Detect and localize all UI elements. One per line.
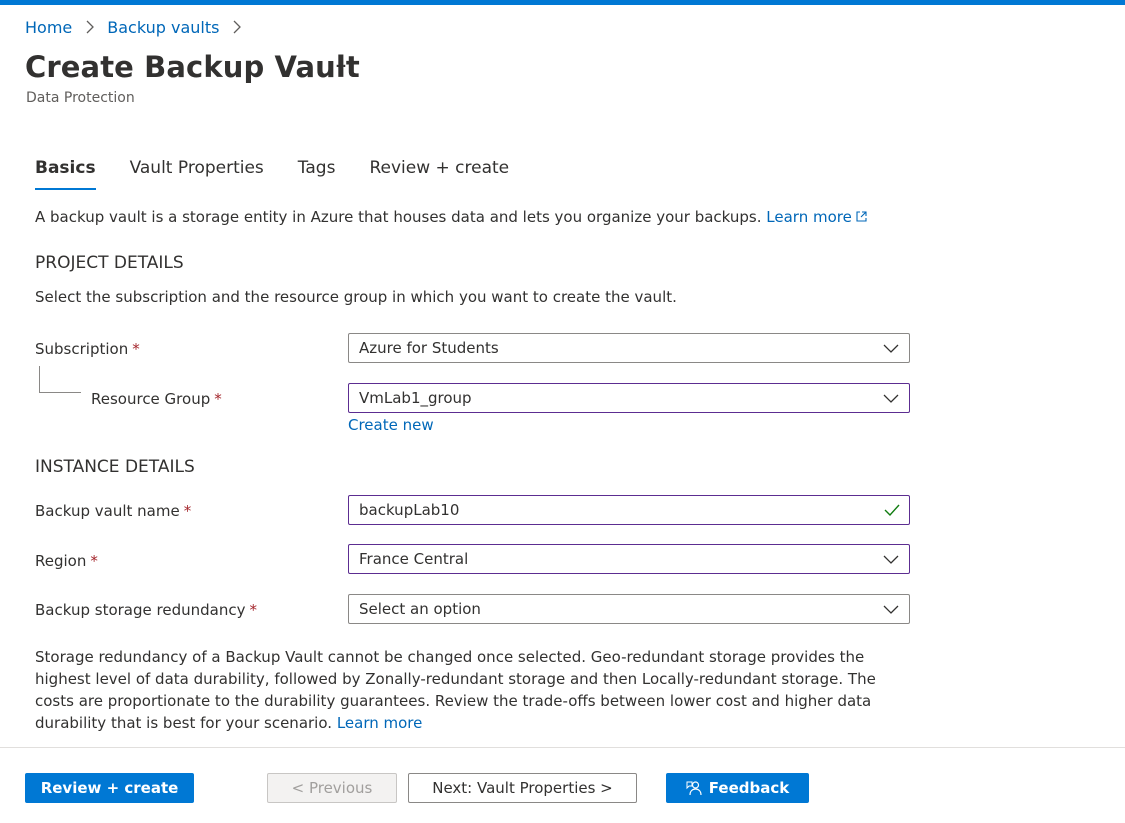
page-subtitle: Data Protection <box>26 90 135 106</box>
project-details-heading: PROJECT DETAILS <box>35 253 184 273</box>
next-vault-properties-button[interactable]: Next: Vault Properties > <box>408 773 637 803</box>
previous-button[interactable]: < Previous <box>267 773 397 803</box>
intro-description: A backup vault is a storage entity in Az… <box>35 208 868 226</box>
redundancy-dropdown[interactable]: Select an option <box>348 594 910 624</box>
region-value: France Central <box>359 550 469 568</box>
page-title: Create Backup Vault <box>25 50 360 84</box>
vault-name-input[interactable]: backupLab10 <box>348 495 910 525</box>
required-marker: * <box>132 340 140 358</box>
footer-divider <box>0 747 1125 748</box>
redundancy-note: Storage redundancy of a Backup Vault can… <box>35 646 895 734</box>
breadcrumb-backup-vaults-link[interactable]: Backup vaults <box>107 18 219 37</box>
redundancy-learn-more-link[interactable]: Learn more <box>337 714 423 732</box>
vault-name-value: backupLab10 <box>359 501 460 519</box>
top-accent-bar <box>0 0 1125 5</box>
chevron-right-icon <box>233 20 242 34</box>
redundancy-note-text: Storage redundancy of a Backup Vault can… <box>35 648 876 732</box>
subscription-dropdown[interactable]: Azure for Students <box>348 333 910 363</box>
required-marker: * <box>90 552 98 570</box>
redundancy-value: Select an option <box>359 600 481 618</box>
chevron-down-icon <box>883 394 899 403</box>
learn-more-label: Learn more <box>766 208 852 226</box>
required-marker: * <box>214 390 222 408</box>
chevron-down-icon <box>883 605 899 614</box>
feedback-label: Feedback <box>708 779 790 797</box>
resource-group-dropdown[interactable]: VmLab1_group <box>348 383 910 413</box>
hierarchy-connector <box>39 366 81 393</box>
more-options-icon[interactable]: ··· <box>328 56 348 77</box>
subscription-label: Subscription * <box>35 340 140 358</box>
chevron-down-icon <box>883 344 899 353</box>
feedback-icon <box>686 780 702 795</box>
tab-tags[interactable]: Tags <box>298 158 336 178</box>
learn-more-link[interactable]: Learn more <box>766 208 868 226</box>
breadcrumb-home-link[interactable]: Home <box>25 18 72 37</box>
tab-vault-properties[interactable]: Vault Properties <box>130 158 264 178</box>
required-marker: * <box>249 601 257 619</box>
create-new-resource-group-link[interactable]: Create new <box>348 416 434 434</box>
tab-bar: Basics Vault Properties Tags Review + cr… <box>35 158 543 190</box>
instance-details-heading: INSTANCE DETAILS <box>35 457 195 477</box>
breadcrumb: Home Backup vaults <box>25 17 254 37</box>
required-marker: * <box>183 502 192 520</box>
tab-review-create[interactable]: Review + create <box>369 158 509 178</box>
checkmark-icon <box>884 504 900 517</box>
review-create-button[interactable]: Review + create <box>25 773 194 803</box>
intro-text: A backup vault is a storage entity in Az… <box>35 208 762 226</box>
project-details-description: Select the subscription and the resource… <box>35 288 677 306</box>
feedback-button[interactable]: Feedback <box>666 773 809 803</box>
tab-basics[interactable]: Basics <box>35 158 96 190</box>
region-dropdown[interactable]: France Central <box>348 544 910 574</box>
vault-name-label: Backup vault name * <box>35 502 192 520</box>
redundancy-label: Backup storage redundancy * <box>35 601 257 619</box>
chevron-right-icon <box>86 20 95 34</box>
chevron-down-icon <box>883 555 899 564</box>
resource-group-label: Resource Group * <box>91 390 222 408</box>
external-link-icon <box>856 211 867 222</box>
region-label: Region * <box>35 552 98 570</box>
resource-group-value: VmLab1_group <box>359 389 472 407</box>
subscription-value: Azure for Students <box>359 339 499 357</box>
